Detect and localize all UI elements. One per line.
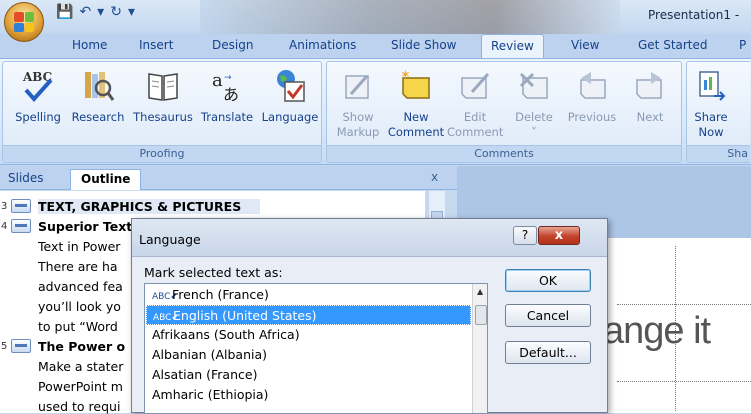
close-pane-icon[interactable]: x [431,170,438,184]
svg-text:→: → [224,73,232,83]
dialog-title: Language [139,232,201,247]
list-item[interactable]: Albanian (Albania) [146,345,471,365]
new-comment-button[interactable]: ✶ New Comment [387,68,445,140]
ribbon: ABC Spelling Research Thesaurus a あ → Tran… [0,58,751,165]
svg-text:あ: あ [223,85,239,104]
language-list[interactable]: ABC✔French (France) ABC✔English (United … [144,283,488,414]
show-markup-icon [341,68,375,104]
customize-toolbar-icon[interactable]: ▾ [128,4,135,20]
share-now-button[interactable]: Share Now [691,68,731,140]
outline-line[interactable]: to put “Word [38,319,118,334]
outline-line[interactable]: advanced fea [38,279,123,294]
language-icon [273,68,307,104]
translate-button[interactable]: a あ → Translate [197,68,257,125]
research-button[interactable]: Research [69,68,127,125]
tab-slide-show[interactable]: Slide Show [391,38,456,52]
office-logo-icon [14,12,34,32]
mark-selected-label: Mark selected text as: [144,265,283,280]
slide-icon [11,199,31,213]
cancel-button[interactable]: Cancel [505,304,591,327]
tab-review[interactable]: Review [481,34,544,59]
default-button[interactable]: Default... [505,341,591,364]
undo-icon[interactable]: ↶ [79,4,91,20]
outline-line[interactable]: PowerPoint m [38,379,123,394]
tab-animations[interactable]: Animations [289,38,356,52]
research-icon [81,68,115,104]
tab-get-started[interactable]: Get Started [638,38,708,52]
list-item[interactable]: ABC✔English (United States) [146,305,471,325]
language-dialog: Language ? x Mark selected text as: ABC✔… [131,218,608,414]
ok-button[interactable]: OK [505,269,591,292]
outline-line[interactable]: used to requi [38,399,120,414]
close-button[interactable]: x [538,226,580,245]
outline-line[interactable]: The Power o [38,339,125,354]
dropdown-chevron-icon[interactable]: ▾ [97,4,104,20]
list-item[interactable]: Afrikaans (South Africa) [146,325,471,345]
share-group: Share Now Sha [686,61,750,163]
placeholder-border [617,381,751,382]
delete-comment-icon [517,68,551,104]
previous-comment-button[interactable]: Previous [563,68,621,125]
title-bar: 💾 ↶ ▾ ↻ ▾ Presentation1 - [0,0,751,34]
proofing-group: ABC Spelling Research Thesaurus a あ → Tran… [2,61,322,163]
outline-line[interactable]: Superior Text [38,219,132,234]
proofing-group-label: Proofing [3,145,321,162]
svg-text:✶: ✶ [400,68,411,83]
tab-slides[interactable]: Slides [8,171,44,185]
tab-home[interactable]: Home [72,38,107,52]
outline-line[interactable]: Make a stater [38,359,123,374]
outline-line[interactable]: TEXT, GRAPHICS & PICTURES [38,199,260,214]
save-icon[interactable]: 💾 [56,4,73,20]
tab-outline[interactable]: Outline [70,169,142,190]
list-item[interactable]: Alsatian (France) [146,365,471,385]
list-item[interactable]: ABC✔French (France) [146,285,471,305]
tab-design[interactable]: Design [212,38,253,52]
list-item[interactable]: Amharic (Ethiopia) [146,385,471,405]
comments-group: Show Markup ✶ New Comment Edit Comment D… [326,61,682,163]
svg-text:a: a [212,70,223,91]
help-button[interactable]: ? [513,226,537,245]
slide-title-text[interactable]: ange it [603,310,711,353]
quick-access-toolbar: 💾 ↶ ▾ ↻ ▾ [56,4,135,20]
delete-comment-button[interactable]: Delete ˅ [507,68,561,140]
tab-more[interactable]: P [739,38,746,52]
window-title: Presentation1 - [648,8,740,22]
outline-line[interactable]: you’ll look yo [38,299,121,314]
slide-icon [11,339,31,353]
language-button[interactable]: Language [257,68,323,125]
translate-icon: a あ → [210,68,244,104]
outline-line[interactable]: Text in Power [38,239,120,254]
tab-view[interactable]: View [571,38,599,52]
show-markup-button[interactable]: Show Markup [333,68,383,140]
next-comment-icon [633,68,667,104]
thesaurus-button[interactable]: Thesaurus [129,68,197,125]
scroll-up-icon[interactable]: ▲ [477,287,483,296]
edit-comment-icon [458,68,492,104]
placeholder-border [617,304,751,305]
office-button[interactable] [4,2,44,42]
ribbon-tabs: Home Insert Design Animations Slide Show… [0,34,751,59]
share-group-label: Sha [687,145,750,162]
comments-group-label: Comments [327,145,681,162]
title-bar-background [200,0,620,34]
redo-icon[interactable]: ↻ [110,4,122,20]
spelling-button[interactable]: ABC Spelling [11,68,65,125]
share-icon [694,68,728,104]
next-comment-button[interactable]: Next [625,68,675,125]
language-list-scrollbar[interactable]: ▲ [472,284,487,413]
outline-line[interactable]: There are ha [38,259,118,274]
slides-outline-pane-header: Slides Outline x [0,166,457,190]
scrollbar-thumb[interactable] [475,305,487,325]
spellcheck-icon: ABC✔ [152,292,178,302]
new-comment-icon: ✶ [399,68,433,104]
edit-comment-button[interactable]: Edit Comment [447,68,503,140]
dialog-title-bar: Language ? x [132,219,607,257]
thesaurus-icon [146,68,180,104]
tab-insert[interactable]: Insert [139,38,173,52]
previous-comment-icon [575,68,609,104]
spelling-icon: ABC [21,68,55,104]
slide-icon [11,219,31,233]
